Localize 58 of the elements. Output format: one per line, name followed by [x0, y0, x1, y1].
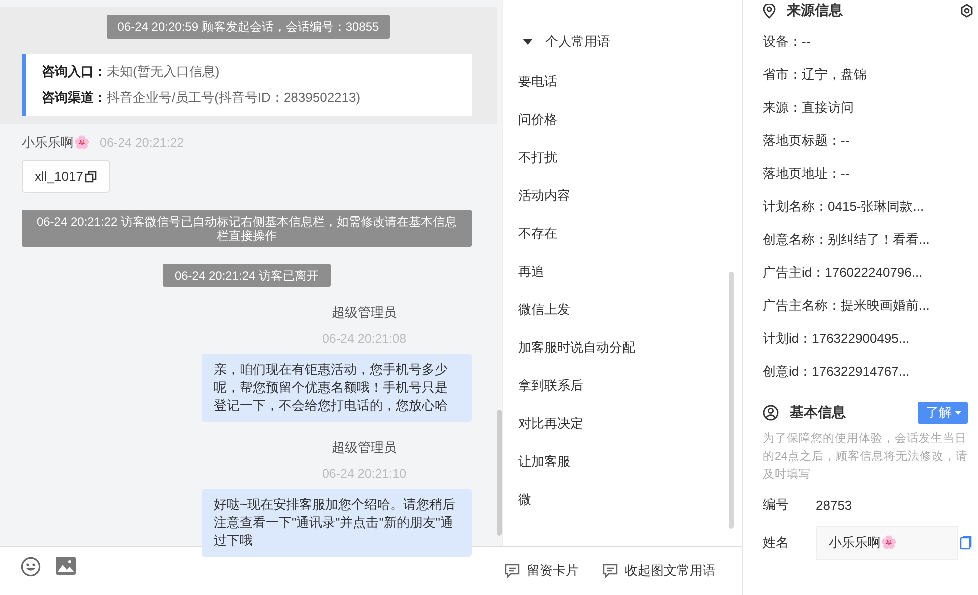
footer-action-button[interactable]: 收起图文常用语 [603, 562, 716, 580]
source-field: 广告主id：176022240796... [763, 264, 978, 297]
entry-line: 咨询渠道：抖音企业号/员工号(抖音号ID：2839502213) [42, 89, 362, 107]
message-time: 06-24 20:21:22 [100, 136, 184, 150]
emoji-icon[interactable] [21, 557, 41, 577]
phrase-item[interactable]: 问价格 [518, 110, 742, 148]
caret-down-icon [955, 411, 962, 415]
system-notice: 06-24 20:21:24 访客已离开 [162, 264, 332, 287]
settings-icon[interactable] [960, 4, 974, 18]
phrase-item[interactable]: 加客服时说自动分配 [518, 338, 742, 376]
phrase-item[interactable]: 微信上发 [518, 300, 742, 338]
field-label: 姓名 [763, 534, 790, 552]
phrase-item[interactable]: 拿到联系后 [518, 376, 742, 414]
id-value: 28753 [816, 498, 852, 512]
message-bubble: 亲，咱们现在有钜惠活动，您手机号多少呢，帮您预留个优惠名额哦！手机号只是登记一下，不会给您打电话的，您放心哈 [202, 354, 472, 422]
source-field: 创意id：176322914767... [763, 363, 978, 396]
phrase-group-header[interactable]: 个人常用语 [502, 0, 742, 50]
message-icon [603, 564, 618, 578]
source-field: 来源：直接访问 [763, 99, 978, 132]
phrase-item[interactable]: 让加客服 [518, 452, 742, 490]
message-icon [505, 564, 520, 578]
phrase-item[interactable]: 微 [518, 490, 742, 528]
info-note: 为了保障您的使用体验，会话发生当日的24点之后，顾客信息将无法修改，请及时填写 [763, 432, 969, 483]
location-pin-icon [763, 4, 776, 18]
phrase-item[interactable]: 不打扰 [518, 148, 742, 186]
source-field: 设备：-- [763, 33, 978, 66]
phrase-item[interactable]: 对比再决定 [518, 414, 742, 452]
message-bubble: 好哒~现在安排客服加您个绍哈。请您稍后注意查看一下"通讯录"并点击"新的朋友"通过下哦 [202, 489, 472, 557]
footer-action-button[interactable]: 留资卡片 [505, 562, 579, 580]
sender-name: 小乐乐啊🌸 [22, 134, 90, 152]
phrase-item[interactable]: 要电话 [518, 72, 742, 110]
sender-name: 超级管理员 [332, 439, 397, 457]
phrase-item[interactable]: 不存在 [518, 224, 742, 262]
image-icon[interactable] [56, 557, 76, 575]
source-field: 落地页地址：-- [763, 165, 978, 198]
message-time: 06-24 20:21:10 [322, 467, 407, 481]
section-title: 来源信息 [787, 2, 843, 20]
source-field: 创意名称：别纠结了！看看... [763, 231, 978, 264]
message-text: xll_1017 [35, 169, 84, 184]
source-field: 落地页标题：-- [763, 132, 978, 165]
source-field: 广告主名称：提米映画婚前... [763, 297, 978, 330]
name-field[interactable]: 小乐乐啊🌸 [816, 526, 958, 560]
entry-line: 咨询入口：未知(暂无入口信息) [42, 63, 221, 81]
user-icon [763, 405, 779, 421]
phrase-item[interactable]: 再追 [518, 262, 742, 300]
section-title: 基本信息 [790, 404, 846, 422]
system-notice: 06-24 20:21:22 访客微信号已自动标记右侧基本信息栏，如需修改请在基本信息栏直接操作 [22, 210, 472, 247]
scrollbar[interactable] [496, 410, 502, 536]
source-field: 计划名称：0415-张琳同款... [763, 198, 978, 231]
session-notice: 06-24 20:20:59 顾客发起会话，会话编号：30855 [106, 15, 390, 39]
source-field: 计划id：176322900495... [763, 330, 978, 363]
phrase-item[interactable]: 活动内容 [518, 186, 742, 224]
sender-name: 超级管理员 [332, 304, 397, 322]
scrollbar[interactable] [729, 272, 734, 529]
field-label: 编号 [763, 496, 790, 514]
copy-icon[interactable] [85, 170, 98, 182]
message-time: 06-24 20:21:08 [322, 332, 407, 346]
source-field: 省市：辽宁，盘锦 [763, 66, 978, 99]
